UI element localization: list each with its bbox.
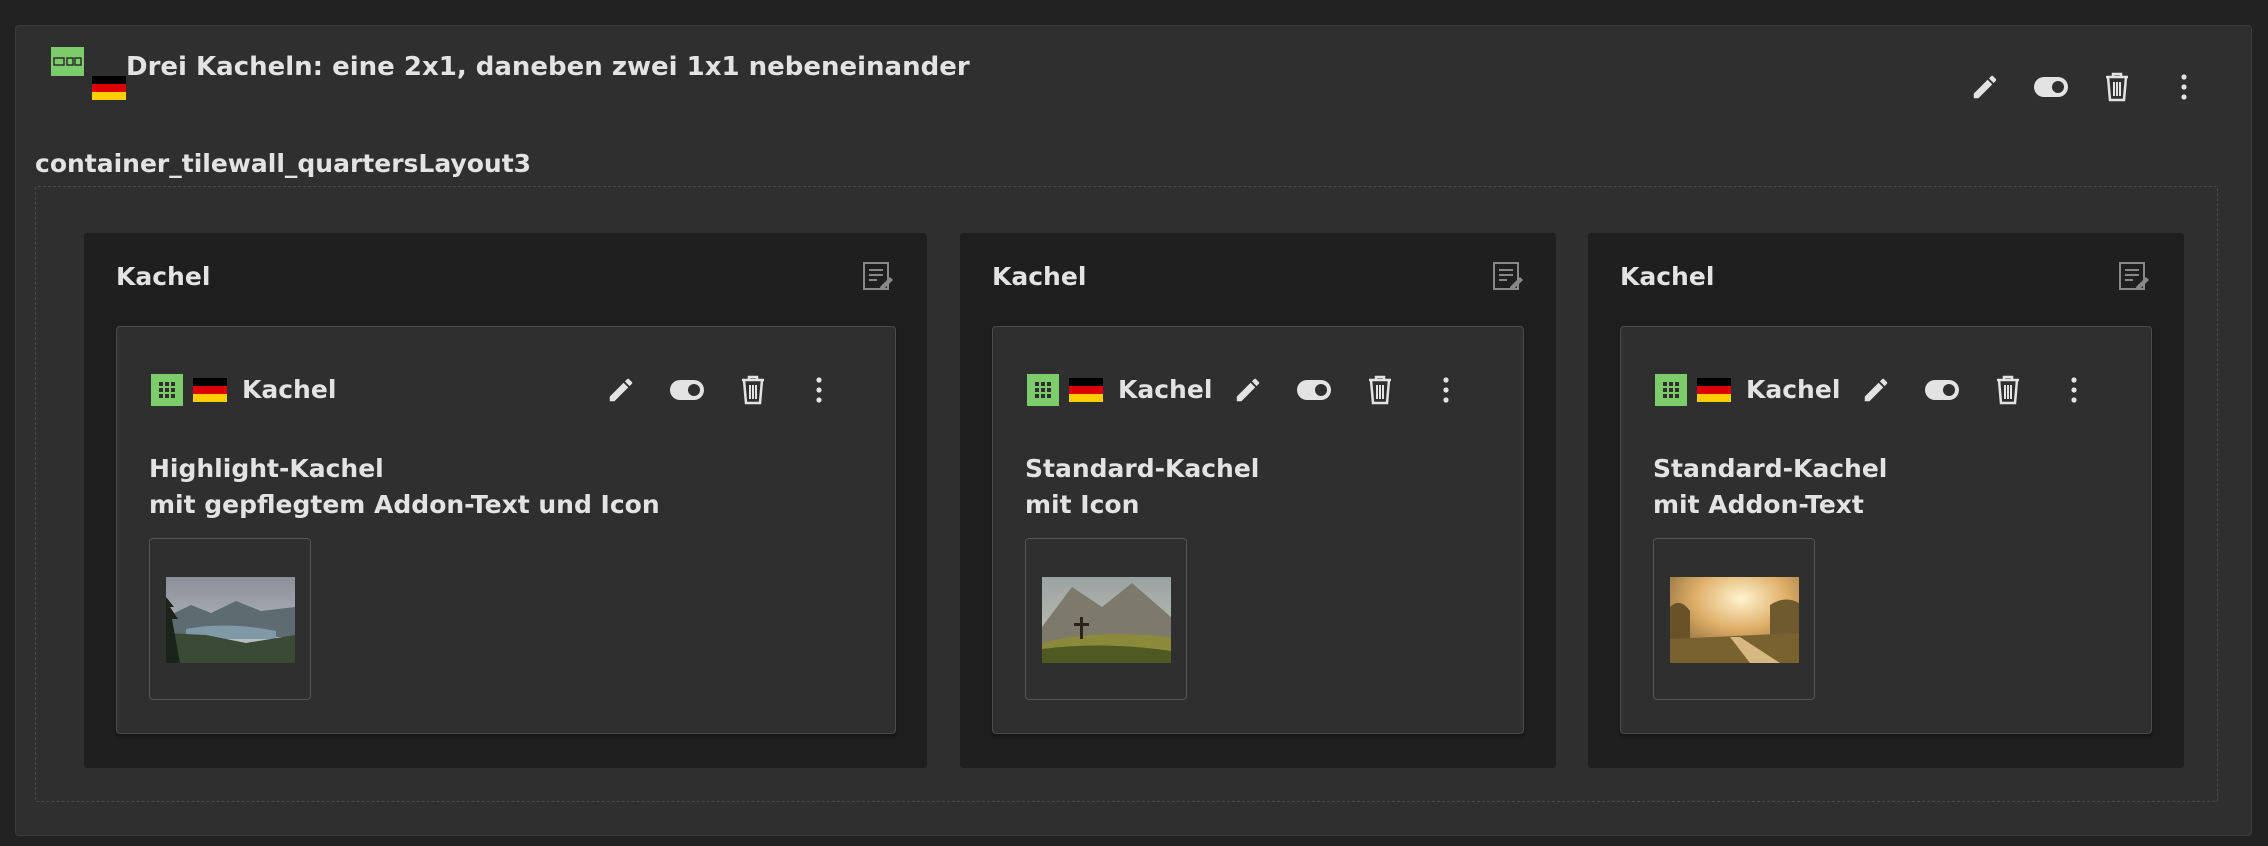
thumbnail-frame[interactable] <box>149 538 311 700</box>
card-headline: Highlight-Kachel <box>149 454 384 483</box>
container-title: Drei Kacheln: eine 2x1, daneben zwei 1x1… <box>126 52 970 82</box>
toggle-visibility-button[interactable] <box>669 372 705 408</box>
more-options-button[interactable] <box>2166 69 2202 105</box>
card-title: Kachel <box>1746 375 1841 404</box>
sunlit-road-image <box>1670 577 1799 663</box>
more-options-button[interactable] <box>1428 372 1464 408</box>
column-edit-icon[interactable] <box>1492 260 1524 292</box>
tile-content-type-icon <box>1027 374 1059 406</box>
german-flag-icon <box>1697 378 1731 402</box>
container-uid-label: container_tilewall_quartersLayout3 <box>35 149 532 178</box>
content-card[interactable]: Kachel Standard-Kachel mit Addon-Text <box>1620 326 2152 734</box>
content-card[interactable]: Kachel Standard-Kachel mit Icon <box>992 326 1524 734</box>
vertical-dots-icon <box>816 377 822 403</box>
tile-content-type-icon <box>151 374 183 406</box>
pencil-icon <box>1236 378 1260 402</box>
column-title: Kachel <box>116 262 211 291</box>
mountain-cross-image <box>1042 577 1171 663</box>
card-title: Kachel <box>1118 375 1213 404</box>
edit-button[interactable] <box>1230 372 1266 408</box>
column-title: Kachel <box>992 262 1087 291</box>
edit-button[interactable] <box>603 372 639 408</box>
more-options-button[interactable] <box>801 372 837 408</box>
lake-mountain-landscape-image <box>166 577 295 663</box>
card-body-text: Highlight-Kachel mit gepflegtem Addon-Te… <box>149 451 660 523</box>
column-1: Kachel Kachel Highlight-Kachel mit gepfl… <box>84 233 927 768</box>
thumbnail-frame[interactable] <box>1025 538 1187 700</box>
thumbnail-frame[interactable] <box>1653 538 1815 700</box>
content-card[interactable]: Kachel Highlight-Kachel mit gepflegtem A… <box>116 326 896 734</box>
trash-icon <box>742 375 764 405</box>
card-subline: mit gepflegtem Addon-Text und Icon <box>149 490 660 519</box>
tile-content-type-icon <box>1655 374 1687 406</box>
pencil-icon <box>609 378 633 402</box>
column-2: Kachel Kachel Standard-Kachel mit Icon <box>960 233 1556 768</box>
toggle-visibility-button[interactable] <box>1924 372 1960 408</box>
edit-button[interactable] <box>1858 372 1894 408</box>
trash-icon <box>1369 375 1391 405</box>
column-3: Kachel Kachel Standard-Kachel mit Addon-… <box>1588 233 2184 768</box>
toggle-icon <box>1297 380 1331 400</box>
vertical-dots-icon <box>2181 74 2187 100</box>
toggle-icon <box>670 380 704 400</box>
trash-icon <box>1997 375 2019 405</box>
container-layout-icon <box>51 47 84 76</box>
german-flag-icon <box>92 76 126 100</box>
card-headline: Standard-Kachel <box>1653 454 1888 483</box>
column-edit-icon[interactable] <box>862 260 894 292</box>
delete-button[interactable] <box>735 372 771 408</box>
toggle-visibility-button[interactable] <box>1296 372 1332 408</box>
delete-button[interactable] <box>2099 69 2135 105</box>
trash-icon <box>2106 72 2128 102</box>
delete-button[interactable] <box>1362 372 1398 408</box>
vertical-dots-icon <box>1443 377 1449 403</box>
german-flag-icon <box>1069 378 1103 402</box>
edit-button[interactable] <box>1967 69 2003 105</box>
german-flag-icon <box>193 378 227 402</box>
vertical-dots-icon <box>2071 377 2077 403</box>
toggle-icon <box>2034 77 2068 97</box>
pencil-icon <box>1973 75 1997 99</box>
card-body-text: Standard-Kachel mit Icon <box>1025 451 1259 523</box>
more-options-button[interactable] <box>2056 372 2092 408</box>
toggle-visibility-button[interactable] <box>2033 69 2069 105</box>
column-edit-icon[interactable] <box>2118 260 2150 292</box>
card-subline: mit Addon-Text <box>1653 490 1864 519</box>
column-title: Kachel <box>1620 262 1715 291</box>
delete-button[interactable] <box>1990 372 2026 408</box>
pencil-icon <box>1864 378 1888 402</box>
card-body-text: Standard-Kachel mit Addon-Text <box>1653 451 1887 523</box>
card-headline: Standard-Kachel <box>1025 454 1260 483</box>
card-title: Kachel <box>242 375 337 404</box>
toggle-icon <box>1925 380 1959 400</box>
card-subline: mit Icon <box>1025 490 1140 519</box>
